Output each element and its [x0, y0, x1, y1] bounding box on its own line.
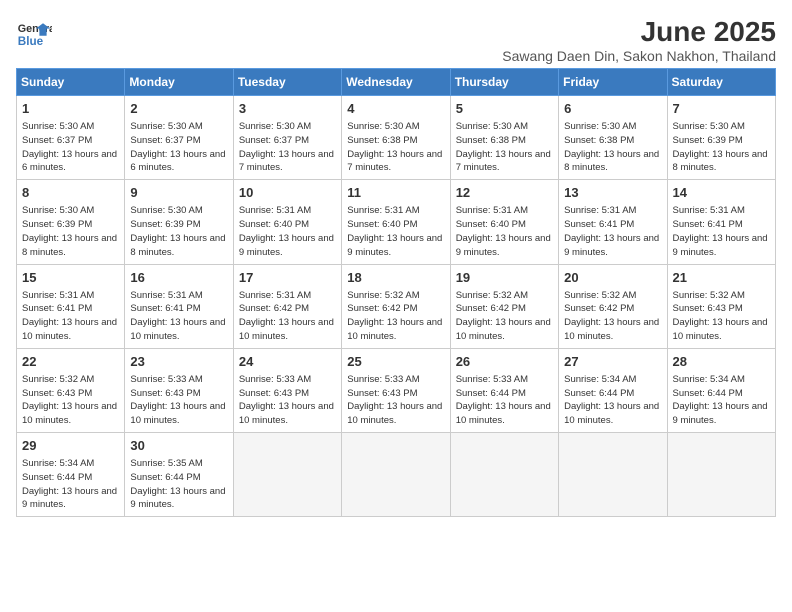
table-row: 17 Sunrise: 5:31 AMSunset: 6:42 PMDaylig… — [233, 264, 341, 348]
table-row: 6 Sunrise: 5:30 AMSunset: 6:38 PMDayligh… — [559, 96, 667, 180]
title-area: June 2025 Sawang Daen Din, Sakon Nakhon,… — [502, 16, 776, 64]
logo-icon: General Blue — [16, 16, 52, 52]
month-title: June 2025 — [502, 16, 776, 48]
table-row: 26 Sunrise: 5:33 AMSunset: 6:44 PMDaylig… — [450, 348, 558, 432]
logo: General Blue — [16, 16, 52, 52]
table-row: 7 Sunrise: 5:30 AMSunset: 6:39 PMDayligh… — [667, 96, 775, 180]
table-row: 4 Sunrise: 5:30 AMSunset: 6:38 PMDayligh… — [342, 96, 450, 180]
empty-cell — [559, 433, 667, 517]
table-row: 12 Sunrise: 5:31 AMSunset: 6:40 PMDaylig… — [450, 180, 558, 264]
table-row: 1 Sunrise: 5:30 AMSunset: 6:37 PMDayligh… — [17, 96, 125, 180]
table-row: 13 Sunrise: 5:31 AMSunset: 6:41 PMDaylig… — [559, 180, 667, 264]
calendar-week-row: 1 Sunrise: 5:30 AMSunset: 6:37 PMDayligh… — [17, 96, 776, 180]
table-row: 14 Sunrise: 5:31 AMSunset: 6:41 PMDaylig… — [667, 180, 775, 264]
table-row: 24 Sunrise: 5:33 AMSunset: 6:43 PMDaylig… — [233, 348, 341, 432]
calendar-week-row: 22 Sunrise: 5:32 AMSunset: 6:43 PMDaylig… — [17, 348, 776, 432]
table-row: 29 Sunrise: 5:34 AMSunset: 6:44 PMDaylig… — [17, 433, 125, 517]
table-row: 28 Sunrise: 5:34 AMSunset: 6:44 PMDaylig… — [667, 348, 775, 432]
header-thursday: Thursday — [450, 69, 558, 96]
table-row: 15 Sunrise: 5:31 AMSunset: 6:41 PMDaylig… — [17, 264, 125, 348]
calendar-week-row: 15 Sunrise: 5:31 AMSunset: 6:41 PMDaylig… — [17, 264, 776, 348]
table-row: 9 Sunrise: 5:30 AMSunset: 6:39 PMDayligh… — [125, 180, 233, 264]
empty-cell — [450, 433, 558, 517]
header-wednesday: Wednesday — [342, 69, 450, 96]
svg-text:Blue: Blue — [18, 35, 44, 48]
header-friday: Friday — [559, 69, 667, 96]
header-monday: Monday — [125, 69, 233, 96]
table-row: 16 Sunrise: 5:31 AMSunset: 6:41 PMDaylig… — [125, 264, 233, 348]
header-sunday: Sunday — [17, 69, 125, 96]
table-row: 11 Sunrise: 5:31 AMSunset: 6:40 PMDaylig… — [342, 180, 450, 264]
svg-text:General: General — [18, 23, 52, 35]
table-row: 8 Sunrise: 5:30 AMSunset: 6:39 PMDayligh… — [17, 180, 125, 264]
table-row: 27 Sunrise: 5:34 AMSunset: 6:44 PMDaylig… — [559, 348, 667, 432]
table-row: 30 Sunrise: 5:35 AMSunset: 6:44 PMDaylig… — [125, 433, 233, 517]
table-row: 25 Sunrise: 5:33 AMSunset: 6:43 PMDaylig… — [342, 348, 450, 432]
table-row: 20 Sunrise: 5:32 AMSunset: 6:42 PMDaylig… — [559, 264, 667, 348]
table-row: 5 Sunrise: 5:30 AMSunset: 6:38 PMDayligh… — [450, 96, 558, 180]
calendar-week-row: 29 Sunrise: 5:34 AMSunset: 6:44 PMDaylig… — [17, 433, 776, 517]
empty-cell — [667, 433, 775, 517]
table-row: 21 Sunrise: 5:32 AMSunset: 6:43 PMDaylig… — [667, 264, 775, 348]
calendar-week-row: 8 Sunrise: 5:30 AMSunset: 6:39 PMDayligh… — [17, 180, 776, 264]
header-tuesday: Tuesday — [233, 69, 341, 96]
table-row: 23 Sunrise: 5:33 AMSunset: 6:43 PMDaylig… — [125, 348, 233, 432]
table-row: 22 Sunrise: 5:32 AMSunset: 6:43 PMDaylig… — [17, 348, 125, 432]
location-subtitle: Sawang Daen Din, Sakon Nakhon, Thailand — [502, 48, 776, 64]
calendar-table: Sunday Monday Tuesday Wednesday Thursday… — [16, 68, 776, 517]
table-row: 3 Sunrise: 5:30 AMSunset: 6:37 PMDayligh… — [233, 96, 341, 180]
empty-cell — [233, 433, 341, 517]
table-row: 18 Sunrise: 5:32 AMSunset: 6:42 PMDaylig… — [342, 264, 450, 348]
calendar-header-row: Sunday Monday Tuesday Wednesday Thursday… — [17, 69, 776, 96]
header-saturday: Saturday — [667, 69, 775, 96]
table-row: 10 Sunrise: 5:31 AMSunset: 6:40 PMDaylig… — [233, 180, 341, 264]
table-row: 2 Sunrise: 5:30 AMSunset: 6:37 PMDayligh… — [125, 96, 233, 180]
table-row: 19 Sunrise: 5:32 AMSunset: 6:42 PMDaylig… — [450, 264, 558, 348]
page-header: General Blue June 2025 Sawang Daen Din, … — [16, 16, 776, 64]
empty-cell — [342, 433, 450, 517]
